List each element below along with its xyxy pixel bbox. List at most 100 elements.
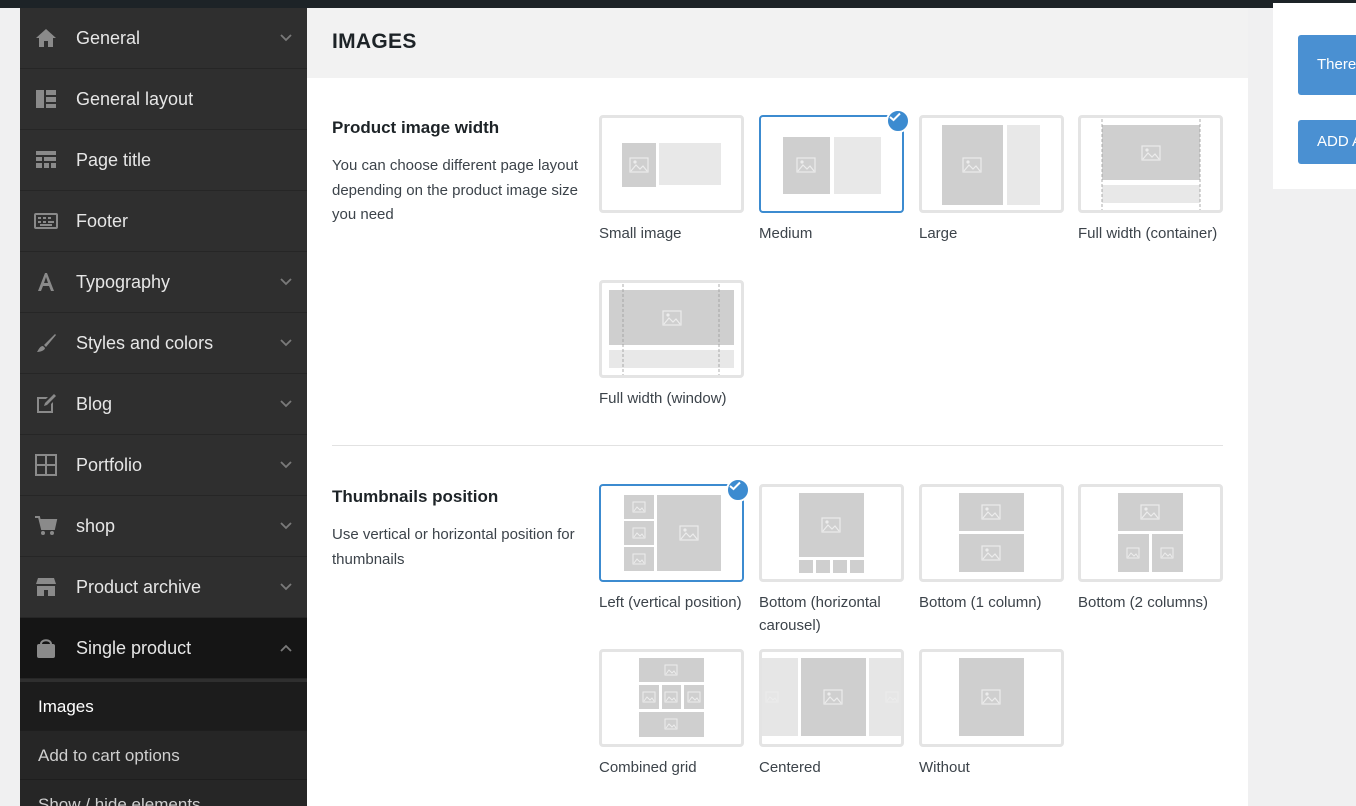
left-vertical-thumbnails-preview-icon [624, 495, 721, 571]
section-description: Use vertical or horizontal position for … [332, 526, 575, 568]
option-label: Bottom (1 column) [919, 594, 1042, 611]
option-small-image[interactable]: Small image [599, 115, 744, 245]
chevron-down-icon [280, 461, 292, 469]
sidebar-item-page-title[interactable]: Page title [20, 130, 307, 191]
options-main-panel: IMAGES Product image width You can choos… [307, 8, 1248, 806]
combined-grid-preview-icon [639, 658, 704, 737]
sidebar-item-label: Single product [76, 638, 192, 658]
option-label: Small image [599, 225, 682, 242]
option-large[interactable]: Large [919, 115, 1064, 245]
page-title-icon [36, 151, 56, 168]
medium-image-preview-icon [783, 137, 881, 194]
sidebar-item-label: Page title [76, 150, 152, 170]
sidebar-item-label: shop [76, 516, 116, 536]
left-gutter [0, 8, 20, 806]
keyboard-icon [34, 213, 58, 229]
sidebar-subitem-label: Add to cart options [38, 746, 180, 765]
sidebar-item-general[interactable]: General [20, 8, 307, 69]
layout-preview-card[interactable] [919, 115, 1064, 213]
option-combined-grid[interactable]: Combined grid [599, 649, 744, 779]
sidebar-item-shop[interactable]: shop [20, 496, 307, 557]
store-icon [36, 578, 56, 596]
option-bottom-2-columns[interactable]: Bottom (2 columns) [1078, 484, 1223, 614]
centered-preview-icon [762, 658, 901, 736]
bottom-carousel-thumbnails-preview-icon [799, 493, 864, 573]
brush-icon [37, 334, 56, 352]
layout-preview-card[interactable] [599, 115, 744, 213]
option-full-width-container[interactable]: Full width (container) [1078, 115, 1223, 245]
sidebar-item-label: Styles and colors [76, 333, 214, 353]
option-left-vertical[interactable]: Left (vertical position) [599, 478, 750, 614]
option-full-width-window[interactable]: Full width (window) [599, 280, 744, 410]
sidebar-item-label: Portfolio [76, 455, 143, 475]
layout-preview-card[interactable] [599, 649, 744, 747]
bottom-2-columns-preview-icon [1118, 493, 1183, 572]
sidebar-subitem-label: Images [38, 697, 94, 716]
chevron-down-icon [280, 34, 292, 42]
page-title: IMAGES [332, 30, 417, 53]
option-bottom-horizontal-carousel[interactable]: Bottom (horizontal carousel) [759, 484, 904, 637]
sidebar-item-product-archive[interactable]: Product archive [20, 557, 307, 618]
full-width-container-preview-icon [1101, 119, 1201, 210]
sidebar-item-label: Footer [76, 211, 129, 231]
chevron-down-icon [280, 278, 292, 286]
right-primary-button[interactable]: There [1298, 35, 1356, 95]
sidebar-item-typography[interactable]: Typography [20, 252, 307, 313]
chevron-down-icon [280, 400, 292, 408]
option-medium[interactable]: Medium [759, 109, 910, 245]
sidebar-item-label: Product archive [76, 577, 202, 597]
panel-header: IMAGES [307, 8, 1248, 78]
home-icon [36, 29, 56, 47]
selected-check-icon [726, 478, 750, 502]
option-label: Full width (container) [1078, 225, 1218, 242]
chevron-up-icon [280, 644, 292, 652]
chevron-down-icon [280, 522, 292, 530]
chevron-down-icon [280, 583, 292, 591]
sidebar-item-label: Typography [76, 272, 171, 292]
option-centered[interactable]: Centered [759, 649, 904, 779]
sidebar-item-footer[interactable]: Footer [20, 191, 307, 252]
add-button[interactable]: ADD A [1298, 120, 1356, 164]
without-thumbnails-preview-icon [959, 658, 1024, 736]
layout-preview-card[interactable] [759, 484, 904, 582]
section-title: Product image width [332, 118, 500, 137]
sidebar-subitem-show-hide-elements[interactable]: Show / hide elements [20, 780, 307, 806]
option-label: Combined grid [599, 759, 697, 776]
option-without[interactable]: Without [919, 649, 1064, 779]
selected-check-icon [886, 109, 910, 133]
sidebar-item-label: General [76, 28, 141, 48]
sidebar-item-label: General layout [76, 89, 194, 109]
layout-icon [36, 90, 56, 108]
layout-preview-card[interactable] [759, 649, 904, 747]
typography-icon [38, 273, 54, 291]
sidebar-item-single-product[interactable]: Single product [20, 618, 307, 679]
option-label: Bottom (2 columns) [1078, 594, 1209, 611]
sidebar-subitem-add-to-cart-options[interactable]: Add to cart options [20, 731, 307, 780]
layout-preview-card[interactable] [599, 478, 750, 582]
section-description: You can choose different page layout dep… [332, 157, 579, 223]
option-label: Full width (window) [599, 390, 727, 407]
section-divider [332, 445, 1223, 446]
large-image-preview-icon [942, 125, 1040, 205]
sidebar-item-styles-and-colors[interactable]: Styles and colors [20, 313, 307, 374]
layout-preview-card[interactable] [1078, 484, 1223, 582]
option-bottom-1-column[interactable]: Bottom (1 column) [919, 484, 1064, 614]
sidebar-item-blog[interactable]: Blog [20, 374, 307, 435]
top-admin-bar [0, 0, 1356, 8]
sidebar-item-general-layout[interactable]: General layout [20, 69, 307, 130]
sidebar-item-label: Blog [76, 394, 113, 414]
bottom-1-column-preview-icon [959, 493, 1024, 572]
layout-preview-card[interactable] [759, 109, 910, 213]
layout-preview-card[interactable] [599, 280, 744, 378]
layout-preview-card[interactable] [919, 484, 1064, 582]
section-title: Thumbnails position [332, 487, 499, 506]
right-actions-panel: There ADD A [1273, 3, 1356, 189]
layout-preview-card[interactable] [1078, 115, 1223, 213]
sidebar-item-portfolio[interactable]: Portfolio [20, 435, 307, 496]
layout-preview-card[interactable] [919, 649, 1064, 747]
option-label: Without [919, 759, 970, 776]
sidebar-subitem-label: Show / hide elements [38, 795, 201, 806]
sidebar-subitem-images[interactable]: Images [20, 682, 307, 731]
edit-icon [37, 394, 56, 413]
option-label: Medium [759, 225, 813, 242]
